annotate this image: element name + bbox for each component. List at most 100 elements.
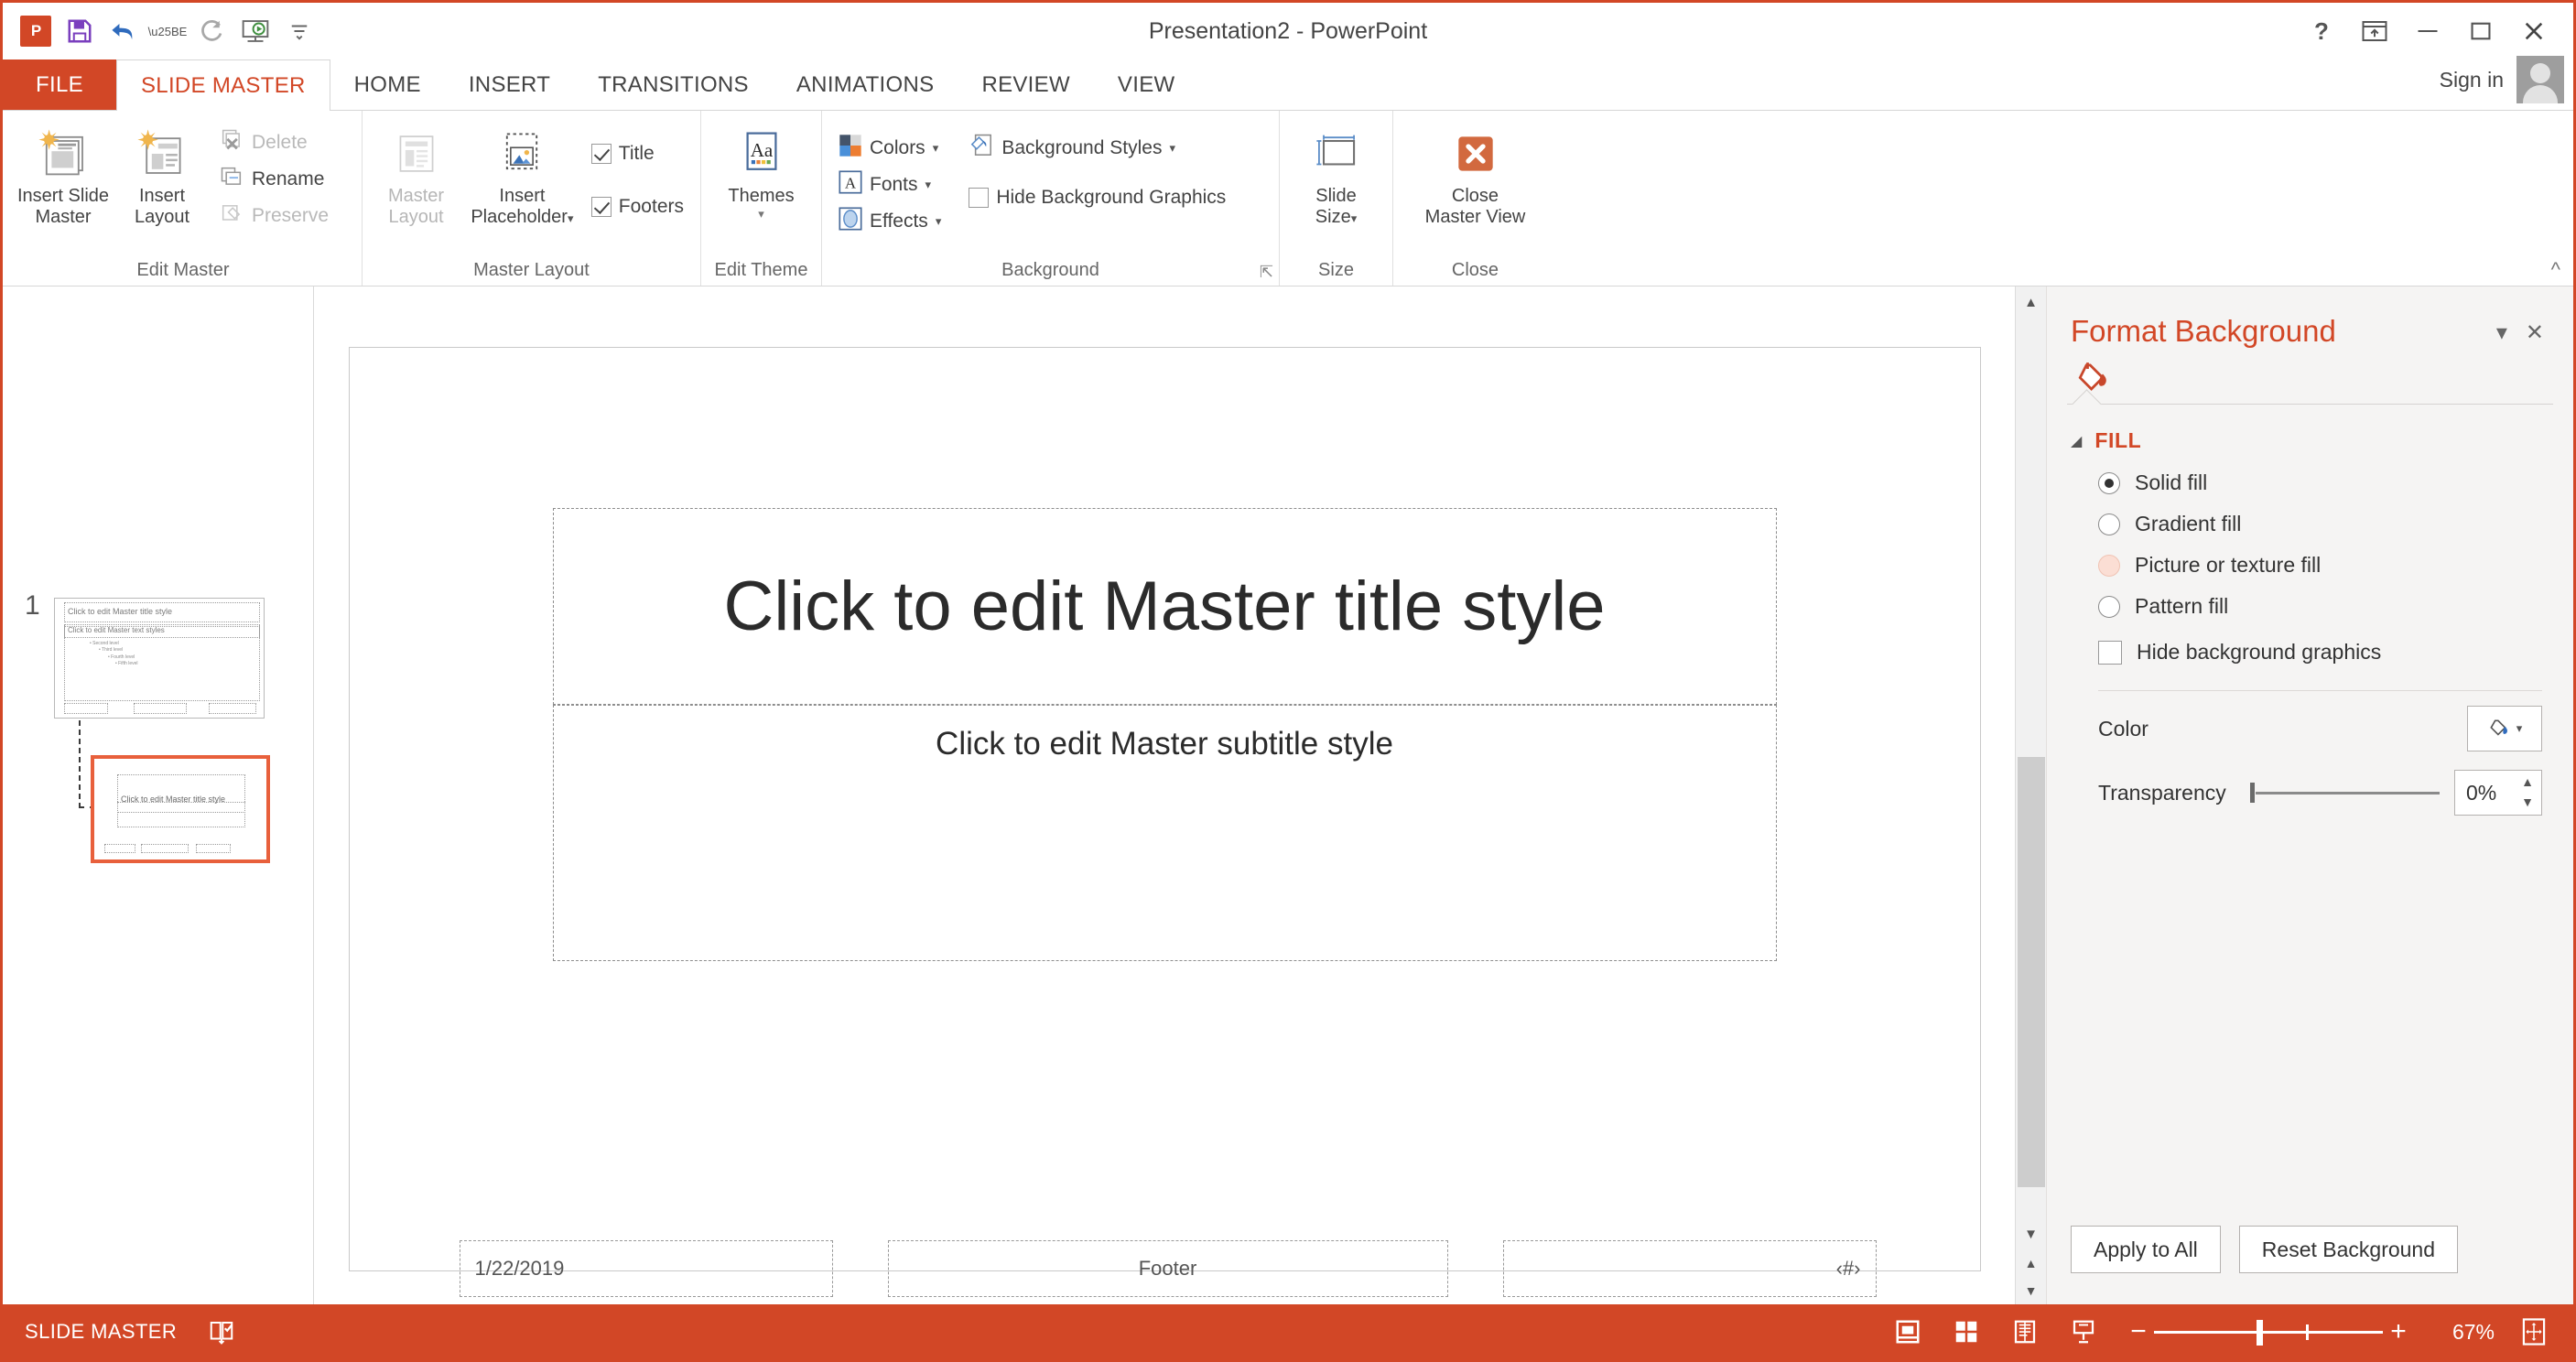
date-placeholder[interactable]: 1/22/2019: [459, 1240, 833, 1297]
scroll-thumb[interactable]: [2017, 757, 2045, 1187]
pane-options-dropdown-icon[interactable]: ▾: [2487, 314, 2516, 351]
themes-caret-icon[interactable]: ▾: [758, 207, 764, 221]
start-slideshow-icon[interactable]: [235, 11, 276, 51]
tab-insert[interactable]: INSERT: [445, 59, 574, 111]
redo-icon[interactable]: [191, 11, 232, 51]
title-checkbox[interactable]: Title: [584, 136, 691, 171]
gradient-fill-radio[interactable]: [2098, 513, 2120, 535]
slide-thumbnail-pane[interactable]: 1 Click to edit Master title style Click…: [3, 286, 314, 1304]
transparency-slider-knob[interactable]: [2249, 783, 2255, 803]
next-slide-button[interactable]: ▼: [2016, 1277, 2047, 1304]
pane-hide-background-graphics-checkbox[interactable]: [2098, 640, 2122, 665]
previous-slide-button[interactable]: ▲: [2016, 1249, 2047, 1277]
slide-size-caret-icon[interactable]: ▾: [1351, 211, 1358, 225]
avatar[interactable]: [2516, 56, 2564, 103]
transparency-spinner[interactable]: 0% ▲ ▼: [2454, 770, 2542, 816]
background-styles-button[interactable]: Background Styles ▾: [961, 131, 1233, 166]
fit-slide-to-window-icon[interactable]: [2515, 1313, 2553, 1351]
background-dialog-launcher-icon[interactable]: ⇱: [1260, 263, 1273, 282]
zoom-slider-knob[interactable]: [2257, 1319, 2263, 1346]
zoom-in-button[interactable]: +: [2383, 1316, 2414, 1347]
solid-fill-radio[interactable]: [2098, 471, 2120, 494]
normal-view-button[interactable]: [1889, 1313, 1927, 1351]
transparency-spinner-arrows[interactable]: ▲ ▼: [2521, 774, 2534, 809]
tab-slide-master[interactable]: SLIDE MASTER: [116, 59, 330, 111]
slide-size-button[interactable]: Slide Size▾: [1289, 120, 1383, 229]
scroll-up-button[interactable]: ▲: [2015, 286, 2047, 318]
slideshow-button[interactable]: [2064, 1313, 2103, 1351]
customize-quick-access-icon[interactable]: [279, 11, 319, 51]
help-icon[interactable]: ?: [2295, 7, 2348, 55]
picture-or-texture-fill-option[interactable]: Picture or texture fill: [2047, 545, 2573, 586]
apply-to-all-button[interactable]: Apply to All: [2071, 1226, 2221, 1273]
slide-sorter-button[interactable]: [1947, 1313, 1986, 1351]
reading-view-button[interactable]: [2006, 1313, 2044, 1351]
subtitle-placeholder[interactable]: Click to edit Master subtitle style: [552, 705, 1777, 961]
effects-caret-icon[interactable]: ▾: [936, 214, 942, 229]
colors-button[interactable]: Colors ▾: [831, 131, 948, 166]
tab-file[interactable]: FILE: [3, 59, 116, 111]
tab-transitions[interactable]: TRANSITIONS: [574, 59, 773, 111]
solid-fill-option[interactable]: Solid fill: [2047, 462, 2573, 503]
insert-layout-button[interactable]: Insert Layout: [113, 120, 211, 228]
zoom-control[interactable]: − +: [2123, 1316, 2414, 1347]
pattern-fill-radio[interactable]: [2098, 595, 2120, 618]
insert-placeholder-button[interactable]: Insert Placeholder▾: [460, 120, 584, 229]
color-picker-button[interactable]: ▾: [2467, 706, 2542, 751]
thumbnail-title-layout[interactable]: Click to edit Master title style: [91, 755, 270, 863]
master-layout-button[interactable]: Master Layout: [372, 120, 460, 228]
effects-button[interactable]: Effects ▾: [831, 204, 948, 239]
transparency-slider[interactable]: [2248, 779, 2440, 806]
fill-section-triangle-icon[interactable]: ◢: [2071, 432, 2082, 450]
transparency-spinner-down-icon[interactable]: ▼: [2521, 794, 2534, 809]
notes-icon[interactable]: [202, 1313, 241, 1351]
zoom-level-label[interactable]: 67%: [2434, 1320, 2495, 1345]
transparency-slider-track[interactable]: [2255, 791, 2440, 794]
save-icon[interactable]: [60, 11, 100, 51]
thumbnail-slide-master[interactable]: Click to edit Master title style Click t…: [54, 598, 265, 719]
minimize-button[interactable]: [2401, 7, 2454, 55]
ribbon-display-options-icon[interactable]: [2348, 7, 2401, 55]
zoom-out-button[interactable]: −: [2123, 1316, 2154, 1347]
colors-caret-icon[interactable]: ▾: [933, 141, 939, 156]
undo-dropdown-icon[interactable]: \u25BE: [147, 11, 188, 51]
footers-checkbox-box[interactable]: [590, 197, 612, 217]
scroll-down-button[interactable]: ▼: [2015, 1218, 2047, 1249]
pane-close-icon[interactable]: ✕: [2516, 314, 2553, 351]
fill-section-header[interactable]: ◢ FILL: [2047, 405, 2573, 462]
close-button[interactable]: [2507, 7, 2560, 55]
transparency-spinner-up-icon[interactable]: ▲: [2521, 774, 2534, 789]
title-placeholder[interactable]: Click to edit Master title style: [552, 508, 1777, 705]
preserve-button[interactable]: Preserve: [211, 199, 336, 233]
scroll-track[interactable]: [2015, 318, 2047, 1218]
themes-button[interactable]: Aa Themes ▾: [712, 120, 811, 221]
hide-background-graphics-box[interactable]: [969, 188, 990, 208]
pane-hide-background-graphics-option[interactable]: Hide background graphics: [2047, 627, 2573, 674]
vertical-scrollbar[interactable]: ▲ ▼ ▲ ▼: [2015, 286, 2047, 1304]
close-master-view-button[interactable]: Close Master View: [1402, 120, 1548, 228]
signin-link[interactable]: Sign in: [2440, 68, 2504, 92]
maximize-button[interactable]: [2454, 7, 2507, 55]
pattern-fill-option[interactable]: Pattern fill: [2047, 586, 2573, 627]
hide-background-graphics-checkbox[interactable]: Hide Background Graphics: [961, 180, 1233, 215]
tab-view[interactable]: VIEW: [1094, 59, 1199, 111]
insert-slide-master-button[interactable]: Insert Slide Master: [14, 120, 113, 228]
tab-review[interactable]: REVIEW: [958, 59, 1093, 111]
collapse-ribbon-icon[interactable]: ^: [2551, 258, 2560, 282]
tab-home[interactable]: HOME: [330, 59, 445, 111]
title-checkbox-box[interactable]: [590, 144, 612, 164]
slide-number-placeholder[interactable]: ‹#›: [1502, 1240, 1877, 1297]
slide-canvas[interactable]: Click to edit Master title style Click t…: [348, 347, 1981, 1297]
gradient-fill-option[interactable]: Gradient fill: [2047, 503, 2573, 545]
color-picker-caret-icon[interactable]: ▾: [2516, 721, 2523, 736]
fonts-caret-icon[interactable]: ▾: [925, 178, 932, 192]
picture-or-texture-fill-radio[interactable]: [2098, 554, 2120, 577]
fonts-button[interactable]: A Fonts ▾: [831, 168, 948, 202]
slide-editor[interactable]: Click to edit Master title style Click t…: [314, 286, 2015, 1304]
footers-checkbox[interactable]: Footers: [584, 189, 691, 224]
undo-icon[interactable]: [103, 11, 144, 51]
insert-placeholder-caret-icon[interactable]: ▾: [568, 211, 574, 225]
rename-button[interactable]: Rename: [211, 162, 336, 197]
reset-background-button[interactable]: Reset Background: [2238, 1226, 2459, 1273]
delete-button[interactable]: Delete: [211, 125, 336, 160]
